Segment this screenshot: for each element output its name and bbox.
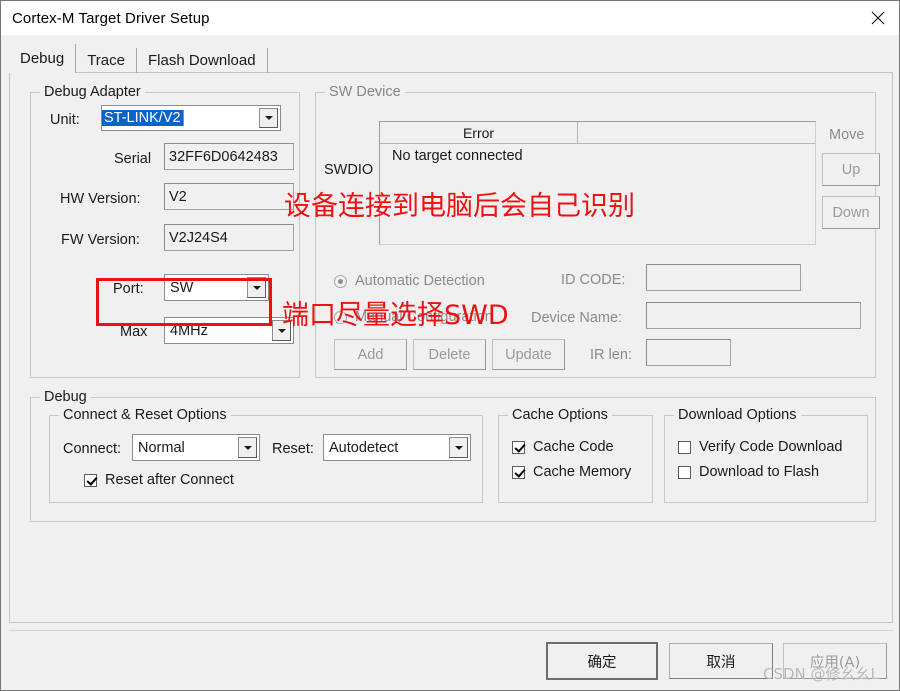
page-title: Cortex-M Target Driver Setup <box>12 9 210 27</box>
checkbox-indicator <box>678 440 691 454</box>
device-name-label: Device Name: <box>531 310 623 326</box>
footer-divider <box>9 630 893 631</box>
reset-label: Reset: <box>272 441 314 457</box>
radio-indicator <box>334 274 347 288</box>
hw-version-value-field: V2 <box>164 183 294 210</box>
update-device-button[interactable]: Update <box>492 339 565 370</box>
ok-button[interactable]: 确定 <box>546 642 658 680</box>
delete-device-button[interactable]: Delete <box>413 339 486 370</box>
verify-code-download-checkbox[interactable]: Verify Code Download <box>678 439 842 455</box>
download-options-legend: Download Options <box>674 407 801 423</box>
max-clock-value: 4MHz <box>170 322 208 339</box>
fw-version-label: FW Version: <box>61 232 140 248</box>
tab-strip: Debug Trace Flash Download <box>9 44 268 73</box>
checkbox-indicator <box>512 465 525 479</box>
chevron-down-icon[interactable] <box>259 108 278 128</box>
cache-code-checkbox[interactable]: Cache Code <box>512 439 614 455</box>
unit-combobox[interactable]: ST-LINK/V2 <box>101 105 281 131</box>
close-button[interactable] <box>855 1 899 34</box>
serial-value-field: 32FF6D0642483 <box>164 143 294 170</box>
unit-label: Unit: <box>50 112 80 128</box>
id-code-label: ID CODE: <box>561 272 626 288</box>
unit-value: ST-LINK/V2 <box>102 110 184 126</box>
cortex-m-target-driver-setup-dialog: Cortex-M Target Driver Setup Debug Trace… <box>0 0 900 691</box>
download-options-group: Download Options Verify Code Download Do… <box>664 407 868 503</box>
fw-version-value-field: V2J24S4 <box>164 224 294 251</box>
debug-group-legend: Debug <box>40 389 91 405</box>
sw-device-legend: SW Device <box>325 84 405 100</box>
cache-options-legend: Cache Options <box>508 407 612 423</box>
table-row[interactable]: No target connected <box>380 144 815 168</box>
tab-debug[interactable]: Debug <box>9 44 77 73</box>
debug-tab-panel: Debug Adapter Unit: ST-LINK/V2 Serial 32… <box>9 72 893 623</box>
download-to-flash-checkbox[interactable]: Download to Flash <box>678 464 819 480</box>
download-to-flash-label: Download to Flash <box>699 464 820 480</box>
device-name-field[interactable] <box>646 302 861 329</box>
close-icon <box>871 11 885 25</box>
debug-adapter-legend: Debug Adapter <box>40 84 145 100</box>
checkbox-indicator <box>678 465 691 479</box>
cancel-button[interactable]: 取消 <box>669 643 773 679</box>
connect-combobox[interactable]: Normal <box>132 434 260 461</box>
id-code-field[interactable] <box>646 264 801 291</box>
connect-reset-options-legend: Connect & Reset Options <box>59 407 231 423</box>
tab-debug-label: Debug <box>20 50 65 67</box>
debug-group: Debug Connect & Reset Options Connect: N… <box>30 389 876 522</box>
hw-version-label: HW Version: <box>60 191 141 207</box>
connect-reset-options-group: Connect & Reset Options Connect: Normal … <box>49 407 483 503</box>
move-label: Move <box>829 127 865 143</box>
max-clock-combobox[interactable]: 4MHz <box>164 317 294 344</box>
watermark: CSDN @修幺幺L <box>763 665 879 683</box>
add-device-button[interactable]: Add <box>334 339 407 370</box>
tab-trace[interactable]: Trace <box>76 48 137 73</box>
chevron-down-icon[interactable] <box>247 277 266 298</box>
cache-code-label: Cache Code <box>533 439 614 455</box>
table-header-row: Error <box>380 122 815 144</box>
port-value: SW <box>170 279 194 296</box>
checkbox-indicator <box>84 473 97 487</box>
column-header-blank[interactable] <box>578 122 815 143</box>
move-up-button[interactable]: Up <box>822 153 880 186</box>
reset-after-connect-checkbox[interactable]: Reset after Connect <box>84 472 234 488</box>
chevron-down-icon[interactable] <box>238 437 257 458</box>
cache-options-group: Cache Options Cache Code Cache Memory <box>498 407 653 503</box>
automatic-detection-radio[interactable]: Automatic Detection <box>334 273 485 289</box>
cell-error-message: No target connected <box>392 148 523 164</box>
reset-after-connect-label: Reset after Connect <box>105 472 234 488</box>
connect-label: Connect: <box>63 441 122 457</box>
tab-trace-label: Trace <box>87 52 125 69</box>
reset-value: Autodetect <box>329 439 399 456</box>
tab-flash-download-label: Flash Download <box>148 52 256 69</box>
cache-memory-label: Cache Memory <box>533 464 632 480</box>
automatic-detection-label: Automatic Detection <box>355 273 485 289</box>
cache-memory-checkbox[interactable]: Cache Memory <box>512 464 631 480</box>
title-bar: Cortex-M Target Driver Setup <box>1 1 899 35</box>
connect-value: Normal <box>138 439 185 456</box>
move-down-button[interactable]: Down <box>822 196 880 229</box>
swdio-label: SWDIO <box>324 162 374 178</box>
serial-label: Serial <box>114 151 152 167</box>
port-combobox[interactable]: SW <box>164 274 269 301</box>
debug-adapter-group: Debug Adapter Unit: ST-LINK/V2 Serial 32… <box>30 84 300 378</box>
verify-code-download-label: Verify Code Download <box>699 439 843 455</box>
tab-flash-download[interactable]: Flash Download <box>137 48 268 73</box>
ir-len-label: IR len: <box>590 347 632 363</box>
column-header-error[interactable]: Error <box>380 122 578 143</box>
ir-len-field[interactable] <box>646 339 731 366</box>
annotation-port-swd: 端口尽量选择SWD <box>282 300 509 331</box>
max-clock-label: Max <box>120 324 148 340</box>
annotation-device-autodetect: 设备连接到电脑后会自己识别 <box>284 191 635 222</box>
chevron-down-icon[interactable] <box>449 437 468 458</box>
reset-combobox[interactable]: Autodetect <box>323 434 471 461</box>
checkbox-indicator <box>512 440 525 454</box>
port-label: Port: <box>113 281 144 297</box>
sw-device-group: SW Device SWDIO Error No target connecte… <box>315 84 880 378</box>
sw-device-table[interactable]: Error No target connected <box>379 121 816 245</box>
